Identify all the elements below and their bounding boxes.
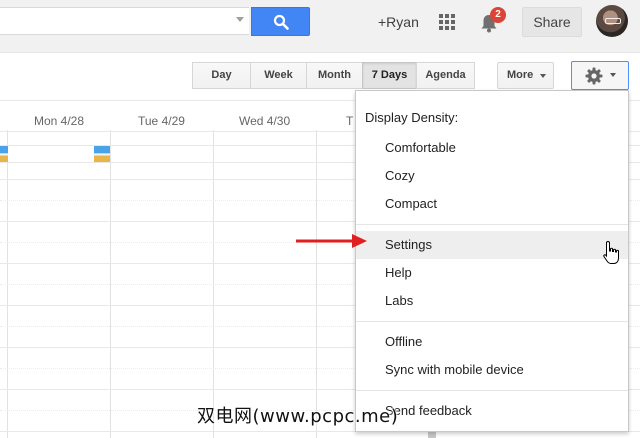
search-options-chevron-icon[interactable] <box>236 17 244 22</box>
menu-item-sync-mobile[interactable]: Sync with mobile device <box>356 356 628 384</box>
week-view-button[interactable]: Week <box>250 62 307 89</box>
share-button[interactable]: Share <box>522 7 582 37</box>
weather-event-icon[interactable] <box>94 146 110 162</box>
menu-separator <box>356 321 628 322</box>
day-header-tue[interactable]: Tue 4/29 <box>138 114 185 128</box>
menu-item-settings[interactable]: Settings <box>356 231 628 259</box>
menu-item-help[interactable]: Help <box>356 259 628 287</box>
chevron-down-icon <box>610 73 616 77</box>
avatar[interactable] <box>596 5 628 37</box>
menu-item-comfortable[interactable]: Comfortable <box>356 134 628 162</box>
menu-item-labs[interactable]: Labs <box>356 287 628 315</box>
seven-days-view-button[interactable]: 7 Days <box>362 62 417 89</box>
annotation-arrow-icon <box>296 234 367 248</box>
view-switcher: Day Week Month 7 Days Agenda <box>192 62 475 89</box>
day-header-mon[interactable]: Mon 4/28 <box>34 114 84 128</box>
day-view-button[interactable]: Day <box>192 62 251 89</box>
search-icon <box>273 14 289 30</box>
settings-dropdown-menu: Display Density: Comfortable Cozy Compac… <box>355 90 629 432</box>
more-button[interactable]: More <box>497 62 554 89</box>
notification-count-badge: 2 <box>490 7 506 23</box>
top-bar: +Ryan 2 Share <box>0 0 640 53</box>
menu-item-compact[interactable]: Compact <box>356 190 628 218</box>
gear-icon <box>585 67 603 85</box>
hand-pointer-cursor-icon <box>603 240 619 264</box>
search-input[interactable] <box>0 7 249 35</box>
day-header-thu[interactable]: T <box>346 114 353 128</box>
scrollbar-thumb[interactable] <box>428 431 436 438</box>
display-density-heading: Display Density: <box>365 110 459 125</box>
watermark-text: 双电网(www.pcpc.me) <box>197 406 399 427</box>
more-button-label: More <box>507 69 534 81</box>
apps-grid-icon[interactable] <box>439 14 455 30</box>
menu-item-offline[interactable]: Offline <box>356 328 628 356</box>
settings-gear-button[interactable] <box>571 61 629 90</box>
menu-separator <box>356 390 628 391</box>
chevron-down-icon <box>540 74 546 78</box>
user-profile-link[interactable]: +Ryan <box>378 14 419 30</box>
day-header-wed[interactable]: Wed 4/30 <box>239 114 290 128</box>
agenda-view-button[interactable]: Agenda <box>416 62 475 89</box>
search-button[interactable] <box>251 7 310 36</box>
weather-event-icon[interactable] <box>0 146 8 162</box>
menu-separator <box>356 224 628 225</box>
menu-item-cozy[interactable]: Cozy <box>356 162 628 190</box>
month-view-button[interactable]: Month <box>306 62 363 89</box>
